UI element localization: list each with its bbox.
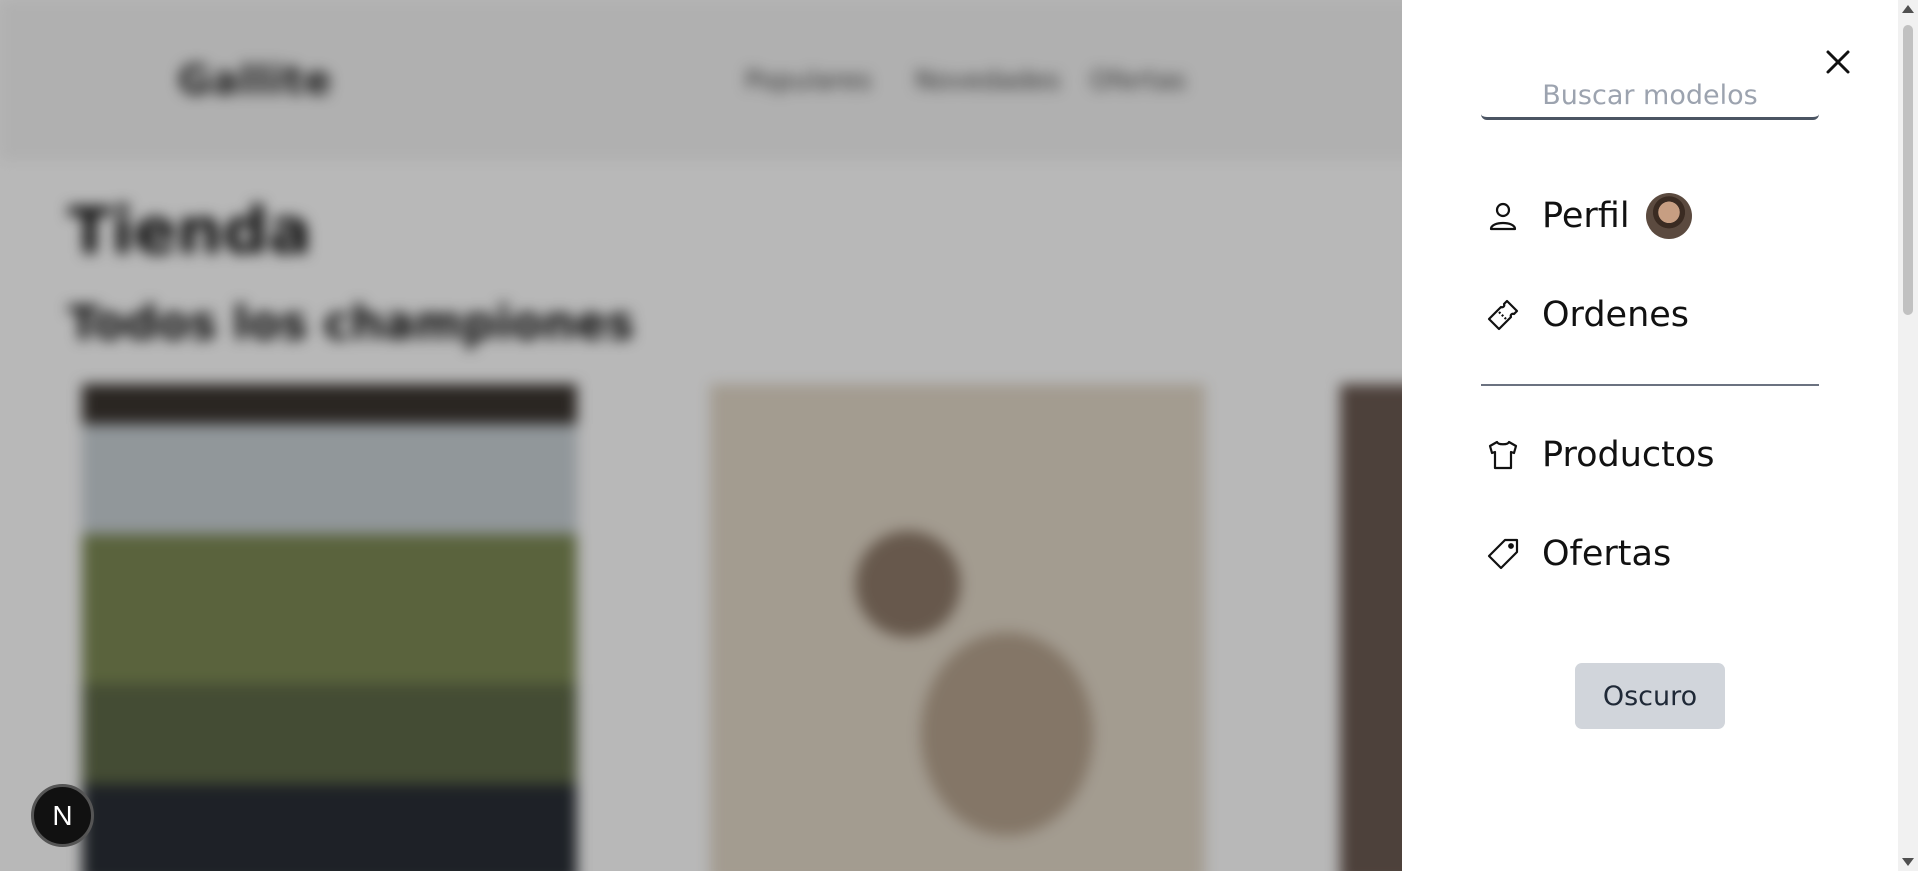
- close-icon[interactable]: [1820, 44, 1856, 80]
- shirt-icon: [1488, 440, 1518, 470]
- nextjs-badge-button[interactable]: N: [31, 784, 94, 847]
- avatar: [1645, 193, 1692, 239]
- tag-icon: [1487, 538, 1519, 570]
- menu-item-ordenes[interactable]: Ordenes: [1486, 290, 1689, 340]
- menu-item-label: Productos: [1542, 435, 1715, 475]
- scroll-down-arrow-icon[interactable]: [1902, 858, 1914, 866]
- ticket-icon: [1487, 299, 1519, 331]
- menu-item-ofertas[interactable]: Ofertas: [1486, 529, 1671, 579]
- search-input[interactable]: [1481, 74, 1819, 120]
- menu-item-perfil[interactable]: Perfil: [1486, 191, 1692, 241]
- menu-item-label: Ordenes: [1542, 295, 1690, 335]
- scrollbar-thumb[interactable]: [1903, 25, 1913, 315]
- menu-item-label: Perfil: [1542, 196, 1630, 236]
- dark-mode-button[interactable]: Oscuro: [1575, 663, 1725, 729]
- menu-divider: [1481, 384, 1819, 386]
- menu-item-label: Ofertas: [1542, 534, 1672, 574]
- menu-item-productos[interactable]: Productos: [1486, 430, 1715, 480]
- user-icon: [1489, 202, 1517, 231]
- scroll-up-arrow-icon[interactable]: [1902, 5, 1914, 13]
